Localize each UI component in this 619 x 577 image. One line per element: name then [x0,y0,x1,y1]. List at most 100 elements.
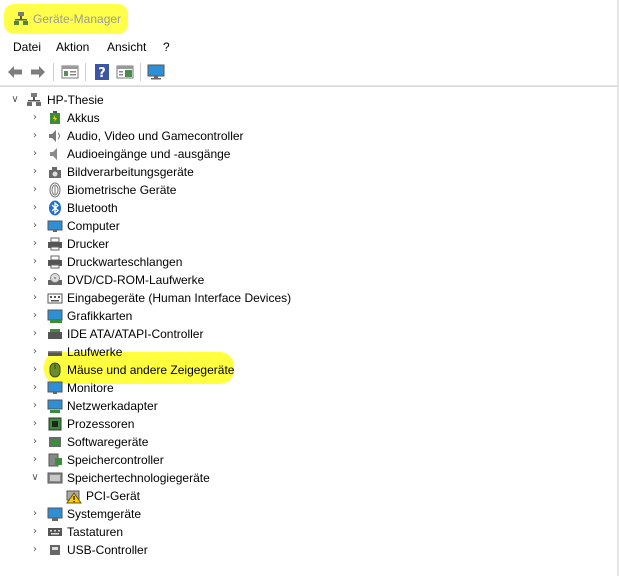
collapsed-chevron-icon[interactable]: › [29,418,41,430]
tree-item-speichercontroller[interactable]: › Speichercontroller [0,451,619,469]
tree-item-label: IDE ATA/ATAPI-Controller [67,327,204,341]
collapsed-chevron-icon[interactable]: › [29,238,41,250]
collapsed-chevron-icon[interactable]: › [29,256,41,268]
system-device-icon [47,507,63,521]
menu-aktion[interactable]: Aktion [56,40,89,54]
disk-drive-icon [48,351,62,356]
collapsed-chevron-icon[interactable]: › [29,220,41,232]
tree-item-systemgeraete[interactable]: › Systemgeräte [0,505,619,523]
memory-technology-icon [47,472,63,484]
tree-item-laufwerke[interactable]: › Laufwerke [0,343,619,361]
tree-item-label: Softwaregeräte [67,435,149,449]
collapsed-chevron-icon[interactable]: › [29,508,41,520]
tree-item-computer[interactable]: › Computer [0,217,619,235]
computer-icon [47,220,63,232]
collapsed-chevron-icon[interactable]: › [29,310,41,322]
tree-item-ide[interactable]: › IDE ATA/ATAPI-Controller [0,325,619,343]
menu-ansicht[interactable]: Ansicht [107,40,146,54]
collapsed-chevron-icon[interactable]: › [29,130,41,142]
tree-item-label: Laufwerke [67,345,123,359]
tree-item-bildverarbeitung[interactable]: › Bildverarbeitungsgeräte [0,163,619,181]
toolbar-separator [85,63,86,81]
collapsed-chevron-icon[interactable]: › [29,166,41,178]
tree-item-eingabegeraete[interactable]: › Eingabegeräte (Human Interface Devices… [0,289,619,307]
window-title: Geräte-Manager [33,12,122,26]
collapsed-chevron-icon[interactable]: › [29,436,41,448]
collapsed-chevron-icon[interactable]: › [29,400,41,412]
back-arrow-icon[interactable] [5,62,25,82]
fingerprint-icon [49,182,61,198]
tree-item-label: Bildverarbeitungsgeräte [67,165,194,179]
tree-item-softwaregeraete[interactable]: › Softwaregeräte [0,433,619,451]
collapsed-chevron-icon[interactable]: › [29,346,41,358]
menu-datei[interactable]: Datei [13,40,41,54]
tree-item-label: Speichercontroller [67,453,164,467]
tree-item-audio-video[interactable]: › Audio, Video und Gamecontroller [0,127,619,145]
collapsed-chevron-icon[interactable]: › [29,184,41,196]
warning-device-icon [66,490,82,504]
monitor-scan-icon[interactable] [146,62,166,82]
tree-item-label: Computer [67,219,120,233]
collapsed-chevron-icon[interactable]: › [29,382,41,394]
display-adapter-icon [47,309,63,323]
expanded-chevron-icon[interactable]: ∨ [9,94,21,106]
tree-item-biometrische[interactable]: › Biometrische Geräte [0,181,619,199]
device-tree: ∨ HP-Thesie › Akkus › Audio, Video und G… [0,86,619,577]
collapsed-chevron-icon[interactable]: › [29,112,41,124]
network-adapter-icon [47,399,63,413]
tree-item-label: Tastaturen [67,525,124,539]
tree-item-bluetooth[interactable]: › Bluetooth [0,199,619,217]
collapsed-chevron-icon[interactable]: › [29,544,41,556]
properties-icon[interactable] [60,62,80,82]
camera-icon [49,167,61,178]
title-bar: Geräte-Manager [0,0,619,38]
svg-text:?: ? [98,66,106,81]
collapsed-chevron-icon[interactable]: › [29,454,41,466]
tree-item-label: Monitore [67,381,114,395]
tree-item-label: Bluetooth [67,201,118,215]
tree-item-dvd[interactable]: › DVD/CD-ROM-Laufwerke [0,271,619,289]
tree-item-druckwarteschlangen[interactable]: › Druckwarteschlangen [0,253,619,271]
tree-item-audioeingaenge[interactable]: › Audioeingänge und -ausgänge [0,145,619,163]
software-device-icon [49,437,61,447]
collapsed-chevron-icon[interactable]: › [29,292,41,304]
hid-icon [47,293,63,304]
mouse-icon [49,362,61,378]
collapsed-chevron-icon[interactable]: › [29,148,41,160]
expanded-chevron-icon[interactable]: ∨ [29,472,41,484]
collapsed-chevron-icon[interactable]: › [29,202,41,214]
tree-item-usb-controller[interactable]: › USB-Controller [0,541,619,559]
tree-item-monitore[interactable]: › Monitore [0,379,619,397]
tree-item-pci-geraet[interactable]: PCI-Gerät [0,487,619,505]
tree-item-label: Mäuse und andere Zeigegeräte [67,363,235,377]
help-icon[interactable]: ? [92,62,112,82]
collapsed-chevron-icon[interactable]: › [29,328,41,340]
tree-item-grafikkarten[interactable]: › Grafikkarten [0,307,619,325]
tree-item-label: Speichertechnologiegeräte [67,471,210,485]
tree-item-akkus[interactable]: › Akkus [0,109,619,127]
collapsed-chevron-icon[interactable]: › [29,526,41,538]
tree-item-label: USB-Controller [67,543,148,557]
tree-item-label: Prozessoren [67,417,135,431]
menu-help[interactable]: ? [163,40,170,54]
audio-io-icon [50,148,57,160]
device-manager-icon [14,12,28,25]
tree-item-label: Grafikkarten [67,309,133,323]
tree-item-maeuse[interactable]: › Mäuse und andere Zeigegeräte [0,361,619,379]
storage-controller-icon [48,453,62,467]
forward-arrow-icon[interactable] [28,62,48,82]
collapsed-chevron-icon[interactable]: › [29,364,41,376]
tree-item-tastaturen[interactable]: › Tastaturen [0,523,619,541]
tree-item-drucker[interactable]: › Drucker [0,235,619,253]
tree-item-label: Druckwarteschlangen [67,255,183,269]
tree-item-prozessoren[interactable]: › Prozessoren [0,415,619,433]
print-queue-icon [48,255,62,269]
tree-item-speichertechnologie[interactable]: ∨ Speichertechnologiegeräte [0,469,619,487]
monitor-icon [47,381,63,394]
tree-item-netzwerkadapter[interactable]: › Netzwerkadapter [0,397,619,415]
ide-controller-icon [48,329,62,339]
console-tree-icon[interactable] [115,62,135,82]
collapsed-chevron-icon[interactable]: › [29,274,41,286]
tree-root-row[interactable]: ∨ HP-Thesie [0,91,619,109]
speaker-icon [49,130,60,142]
